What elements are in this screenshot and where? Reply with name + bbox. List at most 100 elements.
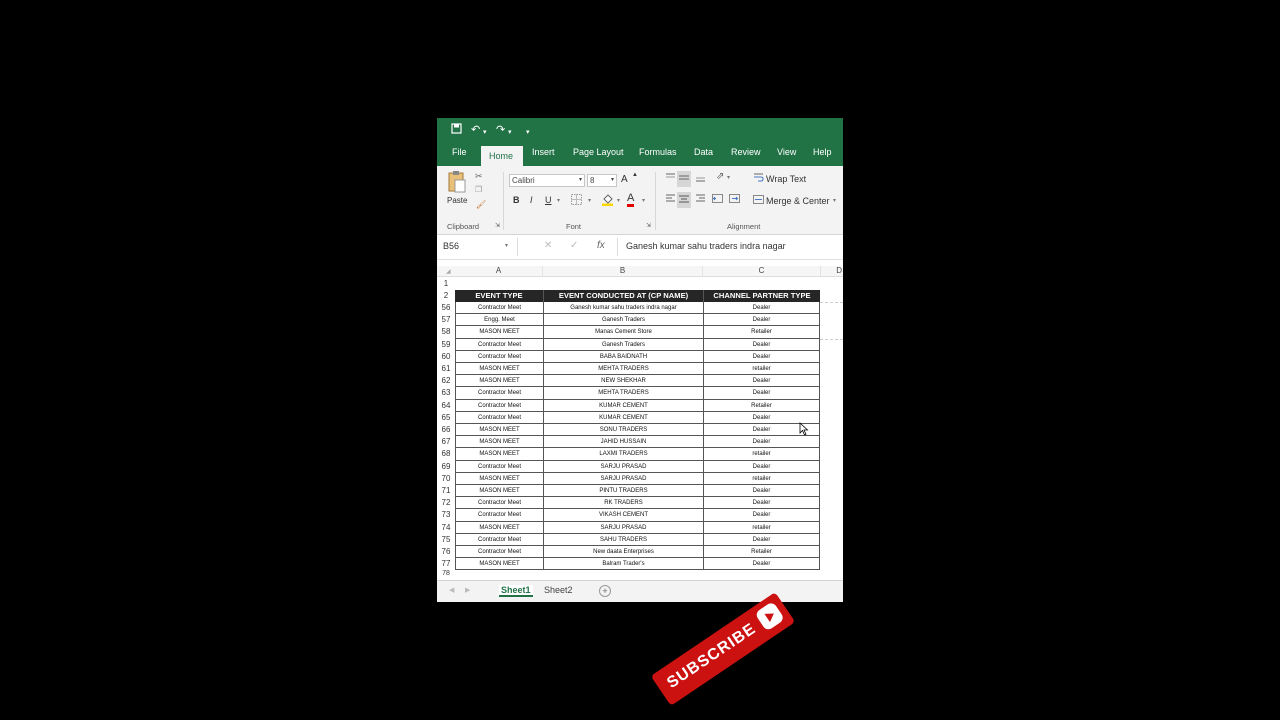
cell-cp-name[interactable]: New daata Enterprises	[543, 546, 703, 559]
cell-cp-name[interactable]: KUMAR CEMENT	[543, 411, 703, 424]
cell-event-type[interactable]: MASON MEET	[455, 485, 543, 498]
prev-sheet-icon[interactable]: ◀	[449, 586, 454, 594]
cell-partner-type[interactable]: Dealer	[703, 436, 820, 449]
row-number[interactable]: 69	[437, 462, 455, 471]
cell-partner-type[interactable]: Dealer	[703, 314, 820, 327]
row-number[interactable]: 73	[437, 510, 455, 519]
cell-event-type[interactable]: MASON MEET	[455, 436, 543, 449]
cell-cp-name[interactable]: RK TRADERS	[543, 497, 703, 510]
worksheet-grid[interactable]: ◢ A B C D 1 2 EVENT TYPE EVENT CONDUCTED…	[437, 266, 843, 580]
align-top-icon[interactable]	[665, 172, 676, 185]
tab-data[interactable]: Data	[694, 147, 713, 157]
cell-partner-type[interactable]: Dealer	[703, 533, 820, 546]
insert-function-icon[interactable]: fx	[597, 240, 605, 251]
row-number[interactable]: 2	[437, 291, 455, 300]
enter-icon[interactable]: ✓	[570, 240, 578, 251]
tab-file[interactable]: File	[452, 147, 467, 157]
cell-partner-type[interactable]: Dealer	[703, 485, 820, 498]
cell-partner-type[interactable]: Dealer	[703, 497, 820, 510]
column-header-b[interactable]: B	[543, 266, 703, 276]
column-header-c[interactable]: C	[703, 266, 821, 276]
cell-event-type[interactable]: MASON MEET	[455, 375, 543, 388]
cell-event-type[interactable]: Contractor Meet	[455, 302, 543, 315]
formula-input[interactable]: Ganesh kumar sahu traders indra nagar	[626, 241, 786, 251]
cell-cp-name[interactable]: Ganesh Traders	[543, 314, 703, 327]
row-number[interactable]: 75	[437, 535, 455, 544]
font-dropdown-icon[interactable]: ▾	[579, 176, 582, 183]
cell-partner-type[interactable]: Dealer	[703, 460, 820, 473]
cell-event-type[interactable]: Contractor Meet	[455, 387, 543, 400]
cell-cp-name[interactable]: Ganesh Traders	[543, 338, 703, 351]
cell-partner-type[interactable]: Dealer	[703, 338, 820, 351]
format-painter-icon[interactable]: 🖌	[476, 200, 486, 209]
cell-cp-name[interactable]: PINTU TRADERS	[543, 485, 703, 498]
row-number[interactable]: 58	[437, 327, 455, 336]
row-number[interactable]: 57	[437, 315, 455, 324]
cell-cp-name[interactable]: SARJU PRASAD	[543, 460, 703, 473]
cell-event-type[interactable]: MASON MEET	[455, 448, 543, 461]
row-number[interactable]: 66	[437, 425, 455, 434]
cell-partner-type[interactable]: Dealer	[703, 302, 820, 315]
customize-toolbar-icon[interactable]: ▾	[526, 126, 530, 140]
underline-dropdown-icon[interactable]: ▾	[557, 197, 560, 204]
cell-event-type[interactable]: MASON MEET	[455, 424, 543, 437]
font-size-dropdown-icon[interactable]: ▾	[611, 176, 614, 183]
cell-cp-name[interactable]: KUMAR CEMENT	[543, 399, 703, 412]
row-number[interactable]: 61	[437, 364, 455, 373]
row-number[interactable]: 71	[437, 486, 455, 495]
copy-icon[interactable]: ❐	[475, 185, 482, 194]
tab-formulas[interactable]: Formulas	[639, 147, 677, 157]
column-header-d[interactable]: D	[821, 266, 843, 276]
orientation-icon[interactable]: ⇗	[716, 171, 724, 182]
cell-event-type[interactable]: Contractor Meet	[455, 509, 543, 522]
font-color-icon[interactable]: A	[627, 193, 635, 207]
redo-dropdown-icon[interactable]: ▾	[508, 126, 512, 140]
font-launcher-icon[interactable]: ⇲	[646, 222, 651, 229]
row-number[interactable]: 67	[437, 437, 455, 446]
tab-insert[interactable]: Insert	[532, 147, 555, 157]
row-number[interactable]: 60	[437, 352, 455, 361]
cell-event-type[interactable]: MASON MEET	[455, 363, 543, 376]
row-number[interactable]: 65	[437, 413, 455, 422]
row-number[interactable]: 59	[437, 340, 455, 349]
cell-partner-type[interactable]: Dealer	[703, 558, 820, 571]
cell-cp-name[interactable]: VIKASH CEMENT	[543, 509, 703, 522]
row-number[interactable]: 74	[437, 523, 455, 532]
align-center-icon[interactable]	[677, 192, 691, 208]
add-sheet-button[interactable]: +	[599, 585, 611, 597]
select-all-icon[interactable]: ◢	[446, 268, 451, 275]
redo-icon[interactable]: ↷	[496, 123, 505, 137]
wrap-text-icon[interactable]	[753, 172, 764, 185]
row-number[interactable]: 78	[437, 570, 455, 577]
row-number[interactable]: 64	[437, 401, 455, 410]
row-number[interactable]: 70	[437, 474, 455, 483]
subscribe-badge[interactable]: SUBSCRIBE	[650, 592, 796, 706]
bold-button[interactable]: B	[513, 195, 520, 205]
cell-cp-name[interactable]: SAHU TRADERS	[543, 533, 703, 546]
cell-partner-type[interactable]: Retailer	[703, 399, 820, 412]
tab-view[interactable]: View	[777, 147, 796, 157]
row-number[interactable]: 72	[437, 498, 455, 507]
cell-partner-type[interactable]: retailer	[703, 448, 820, 461]
fill-dropdown-icon[interactable]: ▾	[617, 197, 620, 204]
font-size-combo[interactable]: 8 ▾	[587, 174, 617, 187]
merge-center-button[interactable]: Merge & Center	[766, 196, 830, 206]
cell-cp-name[interactable]: Ganesh kumar sahu traders indra nagar	[543, 302, 703, 315]
align-right-icon[interactable]	[695, 193, 706, 206]
cell-partner-type[interactable]: retailer	[703, 363, 820, 376]
cell-partner-type[interactable]: Retailer	[703, 326, 820, 339]
orientation-dropdown-icon[interactable]: ▾	[727, 174, 730, 181]
merge-center-icon[interactable]	[753, 194, 764, 207]
cell-cp-name[interactable]: BABA BAIDNATH	[543, 350, 703, 363]
cell-cp-name[interactable]: MEHTA TRADERS	[543, 387, 703, 400]
undo-dropdown-icon[interactable]: ▾	[483, 126, 487, 140]
merge-dropdown-icon[interactable]: ▾	[833, 197, 836, 204]
paste-label[interactable]: Paste	[447, 196, 467, 205]
name-box-dropdown-icon[interactable]: ▾	[505, 242, 508, 249]
cell-cp-name[interactable]: LAXMI TRADERS	[543, 448, 703, 461]
tab-review[interactable]: Review	[731, 147, 761, 157]
cell-event-type[interactable]: Contractor Meet	[455, 497, 543, 510]
header-event-conducted[interactable]: EVENT CONDUCTED AT (CP NAME)	[543, 290, 703, 302]
cell-cp-name[interactable]: SARJU PRASAD	[543, 472, 703, 485]
row-number[interactable]: 63	[437, 388, 455, 397]
